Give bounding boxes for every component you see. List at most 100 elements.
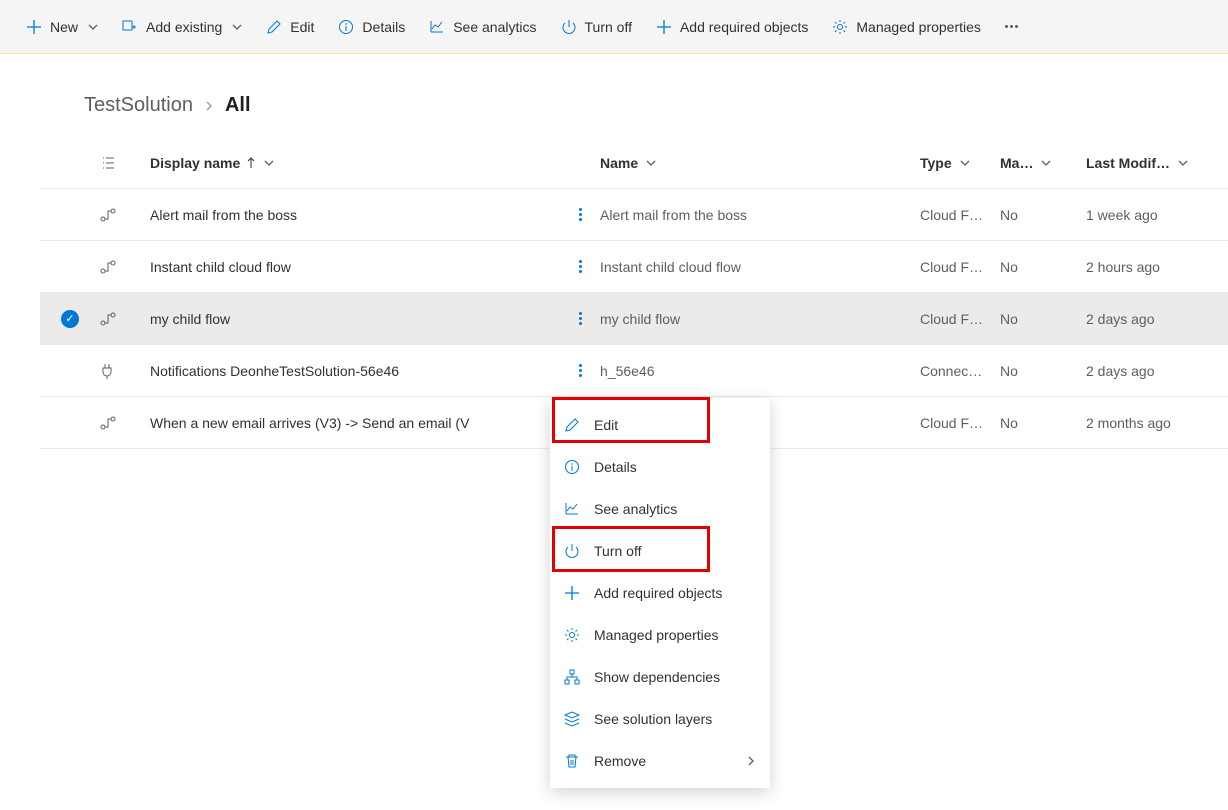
table-header: Display name Name Type Ma… xyxy=(40,137,1228,189)
turn-off-label: Turn off xyxy=(585,19,632,35)
flow-icon xyxy=(100,259,150,275)
row-name: Alert mail from the boss xyxy=(600,207,920,223)
row-modified: 2 days ago xyxy=(1086,363,1228,379)
chevron-down-icon xyxy=(232,22,242,32)
column-name[interactable]: Name xyxy=(600,155,920,171)
row-modified: 2 hours ago xyxy=(1086,259,1228,275)
row-menu-button[interactable] xyxy=(579,312,582,325)
row-type: Cloud F… xyxy=(920,415,1000,431)
menu-details[interactable]: Details xyxy=(550,446,770,488)
row-managed: No xyxy=(1000,363,1086,379)
plus-icon xyxy=(564,585,582,601)
row-display-name[interactable]: Notifications DeonheTestSolution-56e46 xyxy=(150,363,560,379)
column-managed[interactable]: Ma… xyxy=(1000,155,1086,171)
details-label: Details xyxy=(362,19,405,35)
row-type: Cloud F… xyxy=(920,311,1000,327)
row-managed: No xyxy=(1000,415,1086,431)
table-row[interactable]: Notifications DeonheTestSolution-56e46 h… xyxy=(40,345,1228,397)
table-row[interactable]: ✓ my child flow my child flow Cloud F… N… xyxy=(40,293,1228,345)
chevron-right-icon xyxy=(746,756,756,766)
overflow-button[interactable] xyxy=(995,19,1028,34)
add-existing-label: Add existing xyxy=(146,19,222,35)
row-type: Cloud F… xyxy=(920,259,1000,275)
add-required-label: Add required objects xyxy=(680,19,808,35)
menu-remove[interactable]: Remove xyxy=(550,740,770,782)
row-managed: No xyxy=(1000,207,1086,223)
row-type: Cloud F… xyxy=(920,207,1000,223)
analytics-icon xyxy=(429,19,445,35)
chevron-right-icon xyxy=(203,100,215,112)
chevron-down-icon xyxy=(646,158,656,168)
menu-managed-properties[interactable]: Managed properties xyxy=(550,614,770,656)
row-managed: No xyxy=(1000,311,1086,327)
breadcrumb: TestSolution All xyxy=(0,54,1228,137)
row-display-name[interactable]: my child flow xyxy=(150,311,560,327)
chevron-down-icon xyxy=(960,158,970,168)
list-icon[interactable] xyxy=(100,155,150,171)
see-analytics-button[interactable]: See analytics xyxy=(419,13,546,41)
analytics-icon xyxy=(564,501,582,517)
edit-icon xyxy=(564,417,582,433)
trash-icon xyxy=(564,753,582,769)
row-name: h_56e46 xyxy=(600,363,920,379)
row-modified: 2 months ago xyxy=(1086,415,1228,431)
menu-edit[interactable]: Edit xyxy=(550,404,770,446)
breadcrumb-root[interactable]: TestSolution xyxy=(84,94,193,117)
row-managed: No xyxy=(1000,259,1086,275)
row-modified: 1 week ago xyxy=(1086,207,1228,223)
row-display-name[interactable]: When a new email arrives (V3) -> Send an… xyxy=(150,415,560,431)
info-icon xyxy=(338,19,354,35)
row-menu-button[interactable] xyxy=(579,260,582,273)
chevron-down-icon xyxy=(88,22,98,32)
power-icon xyxy=(561,19,577,35)
selected-check-icon[interactable]: ✓ xyxy=(61,310,79,328)
edit-button[interactable]: Edit xyxy=(256,13,324,41)
sort-asc-icon xyxy=(246,157,256,169)
row-display-name[interactable]: Instant child cloud flow xyxy=(150,259,560,275)
menu-see-solution-layers[interactable]: See solution layers xyxy=(550,698,770,740)
row-type: Connec… xyxy=(920,363,1000,379)
add-existing-button[interactable]: Add existing xyxy=(112,13,252,41)
plug-icon xyxy=(100,363,150,379)
chevron-down-icon xyxy=(1041,158,1051,168)
managed-properties-button[interactable]: Managed properties xyxy=(822,13,991,41)
menu-turn-off[interactable]: Turn off xyxy=(550,530,770,572)
details-button[interactable]: Details xyxy=(328,13,415,41)
column-last-modified[interactable]: Last Modif… xyxy=(1086,155,1228,171)
table-row[interactable]: Instant child cloud flow Instant child c… xyxy=(40,241,1228,293)
row-name: my child flow xyxy=(600,311,920,327)
managed-properties-label: Managed properties xyxy=(856,19,981,35)
chevron-down-icon xyxy=(264,158,274,168)
row-menu-button[interactable] xyxy=(579,364,582,377)
flow-icon xyxy=(100,311,150,327)
column-type[interactable]: Type xyxy=(920,155,1000,171)
turn-off-button[interactable]: Turn off xyxy=(551,13,642,41)
gear-icon xyxy=(832,19,848,35)
table-row[interactable]: Alert mail from the boss Alert mail from… xyxy=(40,189,1228,241)
new-button[interactable]: New xyxy=(16,13,108,41)
add-existing-icon xyxy=(122,19,138,35)
context-menu: Edit Details See analytics Turn off Add … xyxy=(550,398,770,788)
row-display-name[interactable]: Alert mail from the boss xyxy=(150,207,560,223)
flow-icon xyxy=(100,415,150,431)
row-name: Instant child cloud flow xyxy=(600,259,920,275)
power-icon xyxy=(564,543,582,559)
edit-icon xyxy=(266,19,282,35)
chevron-down-icon xyxy=(1178,158,1188,168)
see-analytics-label: See analytics xyxy=(453,19,536,35)
plus-icon xyxy=(26,19,42,35)
command-bar: New Add existing Edit Details See analyt… xyxy=(0,0,1228,54)
row-modified: 2 days ago xyxy=(1086,311,1228,327)
add-required-button[interactable]: Add required objects xyxy=(646,13,818,41)
menu-see-analytics[interactable]: See analytics xyxy=(550,488,770,530)
flow-icon xyxy=(100,207,150,223)
row-menu-button[interactable] xyxy=(579,208,582,221)
menu-add-required[interactable]: Add required objects xyxy=(550,572,770,614)
column-display-name[interactable]: Display name xyxy=(150,155,560,171)
menu-show-dependencies[interactable]: Show dependencies xyxy=(550,656,770,698)
more-icon xyxy=(1005,25,1018,28)
dependencies-icon xyxy=(564,669,582,685)
plus-icon xyxy=(656,19,672,35)
breadcrumb-current: All xyxy=(225,94,251,117)
new-label: New xyxy=(50,19,78,35)
